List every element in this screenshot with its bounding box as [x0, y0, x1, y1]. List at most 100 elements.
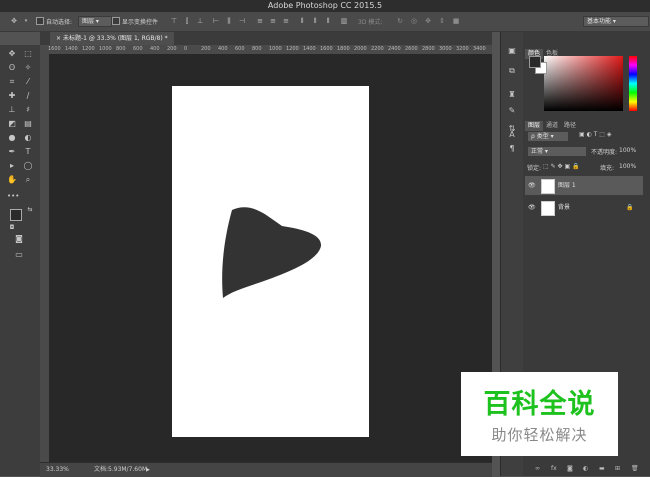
marquee-icon[interactable]: ⬚ [23, 49, 33, 59]
screen-mode-icon[interactable]: ▭ [14, 250, 24, 260]
magic-wand-icon[interactable]: ✧ [23, 63, 33, 73]
layer-thumbnail [541, 201, 555, 216]
3d-roll-icon[interactable]: ◎ [410, 17, 418, 25]
align-hcenter-icon[interactable]: ⫼ [225, 17, 233, 25]
distribute-vcenter-icon[interactable]: ≡ [269, 17, 277, 25]
foreground-color-swatch[interactable] [10, 209, 22, 221]
ruler-tick-label: 1600 [48, 46, 61, 52]
auto-select-checkbox[interactable] [36, 17, 44, 25]
history-panel-icon[interactable]: ▣ [507, 46, 517, 56]
show-transform-checkbox[interactable] [112, 17, 120, 25]
healing-icon[interactable]: ✚ [7, 91, 17, 101]
tab-channels[interactable]: 通道 [543, 121, 561, 131]
auto-align-icon[interactable]: ▥ [340, 17, 348, 25]
dodge-icon[interactable]: ◐ [23, 133, 33, 143]
align-bottom-icon[interactable]: ⊥ [196, 17, 204, 25]
move-icon[interactable]: ✥ [7, 49, 17, 59]
layer-mask-icon[interactable]: ◙ [567, 462, 573, 476]
lasso-icon[interactable]: ʘ [7, 63, 17, 73]
ellipse-icon[interactable]: ◯ [23, 161, 33, 171]
new-layer-icon[interactable]: ⊞ [615, 462, 620, 476]
link-layers-icon[interactable]: ∞ [535, 462, 540, 476]
fill-value[interactable]: 100% [619, 163, 636, 170]
distribute-left-icon[interactable]: ⦀ [298, 17, 306, 25]
layer-row-layer1[interactable]: 👁 图层 1 [525, 176, 643, 195]
stamp-icon[interactable]: ⊥ [7, 105, 17, 115]
ruler-tick-label: 2600 [405, 46, 418, 52]
opacity-value[interactable]: 100% [619, 147, 636, 154]
distribute-right-icon[interactable]: ⦀ [324, 17, 332, 25]
path-select-icon[interactable]: ▸ [7, 161, 17, 171]
close-tab-icon[interactable]: × [56, 35, 61, 42]
distribute-top-icon[interactable]: ≡ [256, 17, 264, 25]
gradient-icon[interactable]: ▤ [23, 119, 33, 129]
layer-name[interactable]: 图层 1 [558, 176, 576, 195]
swap-colors-icon[interactable]: ⇆ [25, 205, 35, 215]
pen-icon[interactable]: ✒ [7, 147, 17, 157]
layers-panel-footer: ∞ fx ◙ ◐ ▬ ⊞ 🗑 [523, 462, 650, 476]
zoom-icon[interactable]: ⌕ [23, 175, 33, 185]
ruler-tick-label: 600 [133, 46, 143, 52]
adjustment-layer-icon[interactable]: ◐ [583, 462, 588, 476]
tab-layers[interactable]: 图层 [525, 121, 544, 131]
new-group-icon[interactable]: ▬ [599, 462, 605, 476]
document-canvas[interactable] [172, 86, 369, 437]
title-bar: Adobe Photoshop CC 2015.5 [0, 0, 650, 18]
align-right-icon[interactable]: ⊣ [238, 17, 246, 25]
type-icon[interactable]: T [23, 147, 33, 157]
brush-settings-icon[interactable]: ✎ [507, 106, 517, 116]
ruler-tick-label: 200 [167, 46, 177, 52]
paragraph-panel-icon[interactable]: ¶ [507, 144, 517, 154]
layer-style-icon[interactable]: fx [551, 462, 557, 476]
align-vcenter-icon[interactable]: ⫿ [183, 17, 191, 25]
distribute-hcenter-icon[interactable]: ⦀ [311, 17, 319, 25]
tab-paths[interactable]: 路径 [561, 121, 579, 131]
quick-mask-icon[interactable]: ◙ [14, 234, 24, 244]
crop-icon[interactable]: ⌗ [7, 77, 17, 87]
3d-scale-icon[interactable]: ■ [452, 17, 460, 25]
visibility-eye-icon[interactable]: 👁 [528, 198, 536, 217]
tool-preset-dropdown-icon[interactable]: ▾ [22, 17, 30, 25]
adjustments-panel-icon[interactable]: ♜ [507, 90, 517, 100]
ruler-tick-label: 3000 [439, 46, 452, 52]
eraser-icon[interactable]: ◩ [7, 119, 17, 129]
workspace-dropdown[interactable]: 基本功能 ▾ [583, 16, 649, 27]
3d-pan-icon[interactable]: ✥ [424, 17, 432, 25]
distribute-bottom-icon[interactable]: ≡ [282, 17, 290, 25]
properties-panel-icon[interactable]: ⧉ [507, 66, 517, 76]
status-menu-icon[interactable]: ▶ [146, 463, 150, 477]
move-tool-icon[interactable]: ✥ [10, 17, 18, 25]
character-panel-icon[interactable]: A [507, 130, 517, 140]
document-tab[interactable]: × 未标题-1 @ 33.3% (图层 1, RGB/8) * [50, 32, 174, 45]
watermark-subtitle: 助你轻松解决 [491, 426, 588, 444]
history-brush-icon[interactable]: ♯ [23, 105, 33, 115]
more-tools-icon[interactable]: ••• [7, 191, 19, 201]
ruler-tick-label: 1200 [82, 46, 95, 52]
3d-slide-icon[interactable]: ⇕ [438, 17, 446, 25]
layer-name[interactable]: 背景 [558, 198, 570, 217]
auto-select-dropdown[interactable]: 图层 ▾ [78, 16, 112, 27]
panel-foreground-swatch[interactable] [529, 56, 541, 68]
layer-filter-dropdown[interactable]: ρ 类型 ▾ [527, 131, 569, 142]
eyedropper-icon[interactable]: ⁄ [23, 77, 33, 87]
zoom-level[interactable]: 33.33% [46, 463, 69, 477]
align-left-icon[interactable]: ⊢ [212, 17, 220, 25]
ruler-tick-label: 400 [150, 46, 160, 52]
3d-rotate-icon[interactable]: ↻ [396, 17, 404, 25]
visibility-eye-icon[interactable]: 👁 [528, 176, 536, 195]
ruler-tick-label: 3200 [456, 46, 469, 52]
lock-icons[interactable]: ⬚ ✎ ✥ ▣ 🔒 [543, 163, 580, 170]
default-colors-icon[interactable]: ◘ [7, 223, 17, 233]
blend-mode-dropdown[interactable]: 正常 ▾ [527, 146, 587, 157]
filter-icons[interactable]: ▣ ◐ T ⬚ ◈ [579, 131, 611, 138]
ruler-tick-label: 1400 [303, 46, 316, 52]
heart-shape[interactable] [172, 86, 369, 437]
blur-icon[interactable]: ● [7, 133, 17, 143]
hue-slider[interactable] [629, 56, 637, 111]
layer-row-background[interactable]: 👁 背景 🔒 [525, 198, 643, 217]
delete-layer-icon[interactable]: 🗑 [631, 462, 639, 476]
brush-icon[interactable]: ∕ [23, 91, 33, 101]
hand-icon[interactable]: ✋ [7, 175, 17, 185]
color-picker-field[interactable] [544, 56, 623, 111]
align-top-icon[interactable]: ⊤ [170, 17, 178, 25]
